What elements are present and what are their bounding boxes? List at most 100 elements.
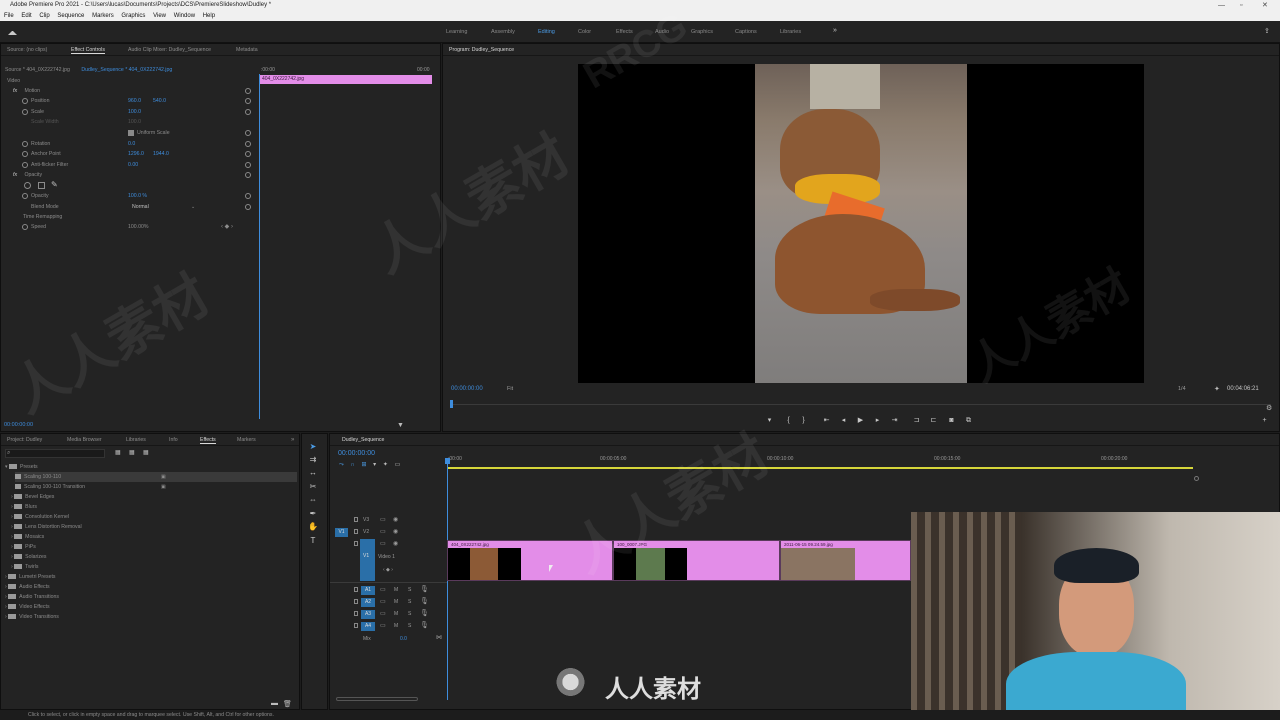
fx-item-scaling[interactable]: Scaling 100-110 ▣ (15, 472, 297, 482)
go-to-end-icon[interactable]: ⋈ (436, 634, 442, 641)
mute-button[interactable]: M (394, 587, 398, 593)
row-anti-flicker[interactable]: Anti-flicker Filter 0.00 (1, 160, 257, 170)
timeline-settings-icon[interactable]: ✦ (383, 462, 388, 468)
snap-icon[interactable]: ∩ (350, 462, 354, 468)
minimize-button[interactable]: — (1218, 0, 1225, 11)
fit-select[interactable]: Fit (507, 386, 513, 392)
reset-icon[interactable] (245, 98, 251, 104)
uniform-scale-checkbox[interactable] (128, 130, 134, 136)
row-speed[interactable]: Speed 100.00% ‹ ◆ › (1, 222, 257, 232)
track-label-a2[interactable]: A2 (361, 598, 375, 607)
sync-lock-icon[interactable]: ▭ (380, 516, 386, 523)
lock-icon[interactable] (354, 529, 358, 536)
tab-project[interactable]: Project: Dudley (7, 437, 42, 443)
clip-2[interactable]: 100_0007.JPG (613, 540, 780, 581)
home-icon[interactable] (8, 27, 17, 35)
menu-help[interactable]: Help (203, 13, 215, 19)
tab-info[interactable]: Info (169, 437, 178, 443)
stopwatch-icon[interactable] (22, 151, 28, 157)
menu-markers[interactable]: Markers (92, 13, 114, 19)
program-playhead[interactable] (450, 400, 453, 408)
workspace-learning[interactable]: Learning (446, 29, 467, 35)
fx-folder-bevel-edges[interactable]: › Bevel Edges (11, 492, 54, 502)
row-rotation[interactable]: Rotation 0.0 (1, 139, 257, 149)
solo-button[interactable]: S (408, 611, 411, 617)
reset-icon[interactable] (245, 172, 251, 178)
row-anchor-point[interactable]: Anchor Point 1296.0 1944.0 (1, 149, 257, 159)
reset-icon[interactable] (245, 88, 251, 94)
menu-graphics[interactable]: Graphics (121, 13, 145, 19)
workspace-captions[interactable]: Captions (735, 29, 757, 35)
mark-in-icon[interactable]: { (784, 416, 793, 425)
workspace-graphics[interactable]: Graphics (691, 29, 713, 35)
track-header-v3[interactable]: V3 ▭ ◉ (330, 515, 447, 527)
ec-playhead[interactable] (259, 74, 260, 419)
effects-search-input[interactable]: ⌕ (5, 449, 105, 458)
tab-effect-controls[interactable]: Effect Controls (71, 47, 105, 54)
accelerated-effects-icon[interactable]: ▦ (115, 449, 121, 456)
lock-icon[interactable] (354, 623, 358, 630)
tab-audio-clip-mixer[interactable]: Audio Clip Mixer: Dudley_Sequence (128, 47, 211, 53)
workspace-effects[interactable]: Effects (616, 29, 633, 35)
tab-media-browser[interactable]: Media Browser (67, 437, 102, 443)
lock-icon[interactable] (354, 517, 358, 524)
settings-icon[interactable]: ⚙ (1266, 404, 1272, 412)
sync-lock-icon[interactable]: ▭ (380, 622, 386, 629)
step-forward-icon[interactable]: ▸ (873, 416, 882, 425)
row-motion[interactable]: fx Motion (1, 86, 257, 96)
hand-tool-icon[interactable]: ✋ (307, 522, 319, 532)
eye-icon[interactable]: ◉ (393, 528, 398, 535)
lift-icon[interactable]: ⊐ (912, 416, 921, 425)
close-button[interactable]: ✕ (1262, 0, 1268, 11)
menu-edit[interactable]: Edit (21, 13, 31, 19)
tab-metadata[interactable]: Metadata (236, 47, 258, 53)
mute-button[interactable]: M (394, 623, 398, 629)
track-header-mix[interactable]: Mix 0.0 ⋈ (330, 634, 447, 646)
slip-tool-icon[interactable]: ⇔ (307, 495, 319, 505)
go-to-in-icon[interactable]: ⇤ (822, 416, 831, 425)
fx-folder-audio-transitions[interactable]: › Audio Transitions (5, 592, 59, 602)
fx-folder-convolution[interactable]: › Convolution Kernel (11, 512, 69, 522)
solo-button[interactable]: S (408, 599, 411, 605)
fx-folder-solarizes[interactable]: › Solarizes (11, 552, 47, 562)
ec-clip-bar[interactable]: 404_0X222742.jpg (260, 75, 432, 84)
track-header-a1[interactable]: A1 ▭ M S 🎙 (330, 585, 447, 597)
row-blend-mode[interactable]: Blend Mode Normal ⌄ (1, 202, 257, 212)
yuv-effects-icon[interactable]: ▦ (143, 449, 149, 456)
clip-1[interactable]: 404_0X222742.jpg (447, 540, 613, 581)
playhead-handle[interactable] (445, 458, 450, 464)
keyframe-nav-icon[interactable]: ‹ ◆ › (221, 222, 233, 232)
tab-markers[interactable]: Markers (237, 437, 256, 443)
track-target-v1[interactable]: V1 (360, 539, 375, 581)
row-position[interactable]: Position 960.0 540.0 (1, 96, 257, 106)
row-scale[interactable]: Scale 100.0 (1, 107, 257, 117)
workspace-color[interactable]: Color (578, 29, 591, 35)
share-icon[interactable]: ⇪ (1264, 27, 1270, 35)
row-uniform-scale[interactable]: Uniform Scale (1, 128, 257, 138)
ripple-edit-tool-icon[interactable]: ↔ (307, 468, 319, 478)
eye-icon[interactable]: ◉ (393, 516, 398, 523)
tab-dudley-sequence[interactable]: Dudley_Sequence (342, 437, 384, 443)
reset-icon[interactable] (245, 193, 251, 199)
trash-icon[interactable]: 🗑 (283, 700, 292, 708)
play-icon[interactable]: ▶ (856, 416, 865, 425)
program-timecode[interactable]: 00:00:00:00 (451, 386, 483, 392)
track-label-a1[interactable]: A1 (361, 586, 375, 595)
microphone-icon[interactable]: 🎙 (420, 597, 429, 605)
eye-icon[interactable]: ◉ (393, 540, 398, 547)
mark-out-icon[interactable]: } (799, 416, 808, 425)
keyframe-nav-icon[interactable]: ‹ ◆ › (383, 567, 393, 573)
tab-effects[interactable]: Effects (200, 437, 216, 444)
position-x-value[interactable]: 960.0 (128, 96, 141, 106)
mute-button[interactable]: M (394, 611, 398, 617)
sync-lock-icon[interactable]: ▭ (380, 528, 386, 535)
timeline-ruler[interactable]: :00:00 00:00:05:00 00:00:10:00 00:00:15:… (448, 454, 1278, 470)
microphone-icon[interactable]: 🎙 (420, 609, 429, 617)
row-opacity-group[interactable]: fx Opacity (1, 170, 257, 180)
menu-clip[interactable]: Clip (39, 13, 49, 19)
fx-folder-lumetri[interactable]: › Lumetri Presets (5, 572, 56, 582)
stopwatch-icon[interactable] (22, 193, 28, 199)
add-marker-icon[interactable]: ▾ (373, 462, 376, 468)
menu-view[interactable]: View (153, 13, 166, 19)
scale-value[interactable]: 100.0 (128, 107, 141, 117)
